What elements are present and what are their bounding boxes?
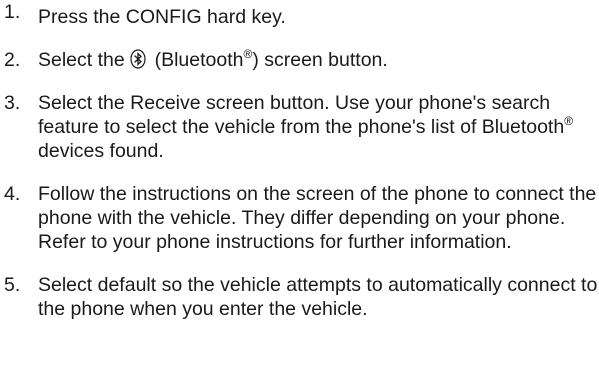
step-number: 5.: [4, 274, 21, 296]
step-5: 5. Select default so the vehicle attempt…: [0, 273, 599, 321]
step-number: 3.: [4, 92, 21, 114]
bluetooth-icon: [130, 49, 146, 69]
step-number: 2.: [4, 49, 21, 71]
step-2: 2. Select the (Bluetooth®) screen button…: [0, 48, 599, 72]
registered-mark: ®: [564, 114, 574, 128]
step-text: Follow the instructions on the screen of…: [38, 183, 597, 253]
registered-mark: ®: [243, 47, 253, 61]
instruction-steps-list: 1. Press the CONFIG hard key. 2. Select …: [0, 0, 599, 321]
step-text-after: ) screen button.: [252, 49, 388, 71]
step-text: Press the CONFIG hard key.: [38, 6, 286, 28]
step-number: 1.: [4, 1, 21, 23]
step-text-before: Select the: [38, 49, 125, 71]
step-text: Select default so the vehicle attempts t…: [38, 274, 598, 320]
step-text-mid: (Bluetooth: [154, 49, 244, 71]
step-number: 4.: [4, 183, 21, 205]
step-text-after: devices found.: [38, 140, 164, 162]
step-text-before: Select the Receive screen button. Use yo…: [38, 92, 565, 138]
step-1: 1. Press the CONFIG hard key.: [0, 0, 599, 29]
step-4: 4. Follow the instructions on the screen…: [0, 182, 599, 254]
step-3: 3. Select the Receive screen button. Use…: [0, 91, 599, 163]
